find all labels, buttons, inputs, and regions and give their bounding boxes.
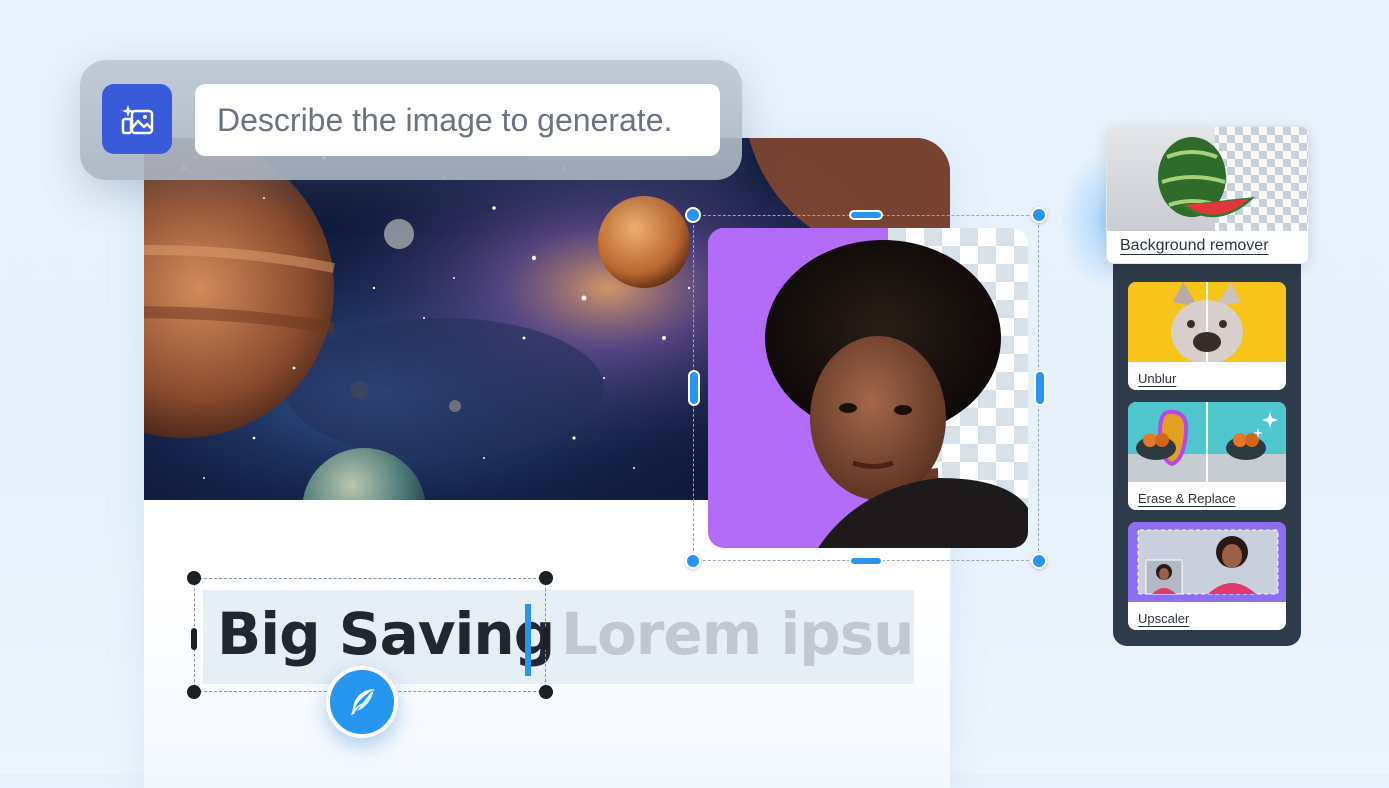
text-handle-left[interactable] [191, 628, 197, 650]
unblur-label[interactable]: Unblur [1138, 371, 1176, 386]
prompt-bar [80, 60, 742, 180]
upscale-preview [1128, 522, 1286, 602]
unblur-tool[interactable]: Unblur [1128, 282, 1286, 390]
upscaler-tool[interactable]: Upscaler [1128, 522, 1286, 630]
resize-handle-bottom-right[interactable] [1031, 553, 1047, 569]
resize-handle-top-right[interactable] [1031, 207, 1047, 223]
resize-handle-bottom[interactable] [849, 556, 883, 566]
placeholder-text[interactable]: Lorem ipsur [561, 600, 911, 668]
text-handle-top-left[interactable] [187, 571, 201, 585]
generate-image-button[interactable] [102, 84, 172, 154]
watermelon-preview [1107, 127, 1308, 231]
resize-handle-bottom-left[interactable] [685, 553, 701, 569]
resize-handle-left[interactable] [688, 370, 700, 406]
prompt-input[interactable] [195, 84, 720, 156]
text-handle-right[interactable] [543, 628, 549, 650]
upscaler-label[interactable]: Upscaler [1138, 611, 1189, 626]
resize-handle-top[interactable] [849, 210, 883, 220]
resize-handle-right[interactable] [1034, 370, 1046, 406]
ai-image-icon [121, 105, 154, 135]
feather-icon [351, 689, 374, 715]
resize-handle-top-left[interactable] [685, 207, 701, 223]
ai-write-button[interactable] [326, 666, 398, 738]
background-remover-tool[interactable]: Background remover [1106, 126, 1309, 264]
text-handle-bottom-right[interactable] [539, 685, 553, 699]
fruit-bowl-preview [1128, 402, 1286, 482]
erase-replace-tool[interactable]: Erase & Replace [1128, 402, 1286, 510]
background-remover-label[interactable]: Background remover [1120, 237, 1269, 255]
image-selection-frame [693, 215, 1039, 561]
dog-preview [1128, 282, 1286, 364]
text-handle-bottom-left[interactable] [187, 685, 201, 699]
erase-replace-label[interactable]: Erase & Replace [1138, 491, 1236, 506]
text-handle-top-right[interactable] [539, 571, 553, 585]
